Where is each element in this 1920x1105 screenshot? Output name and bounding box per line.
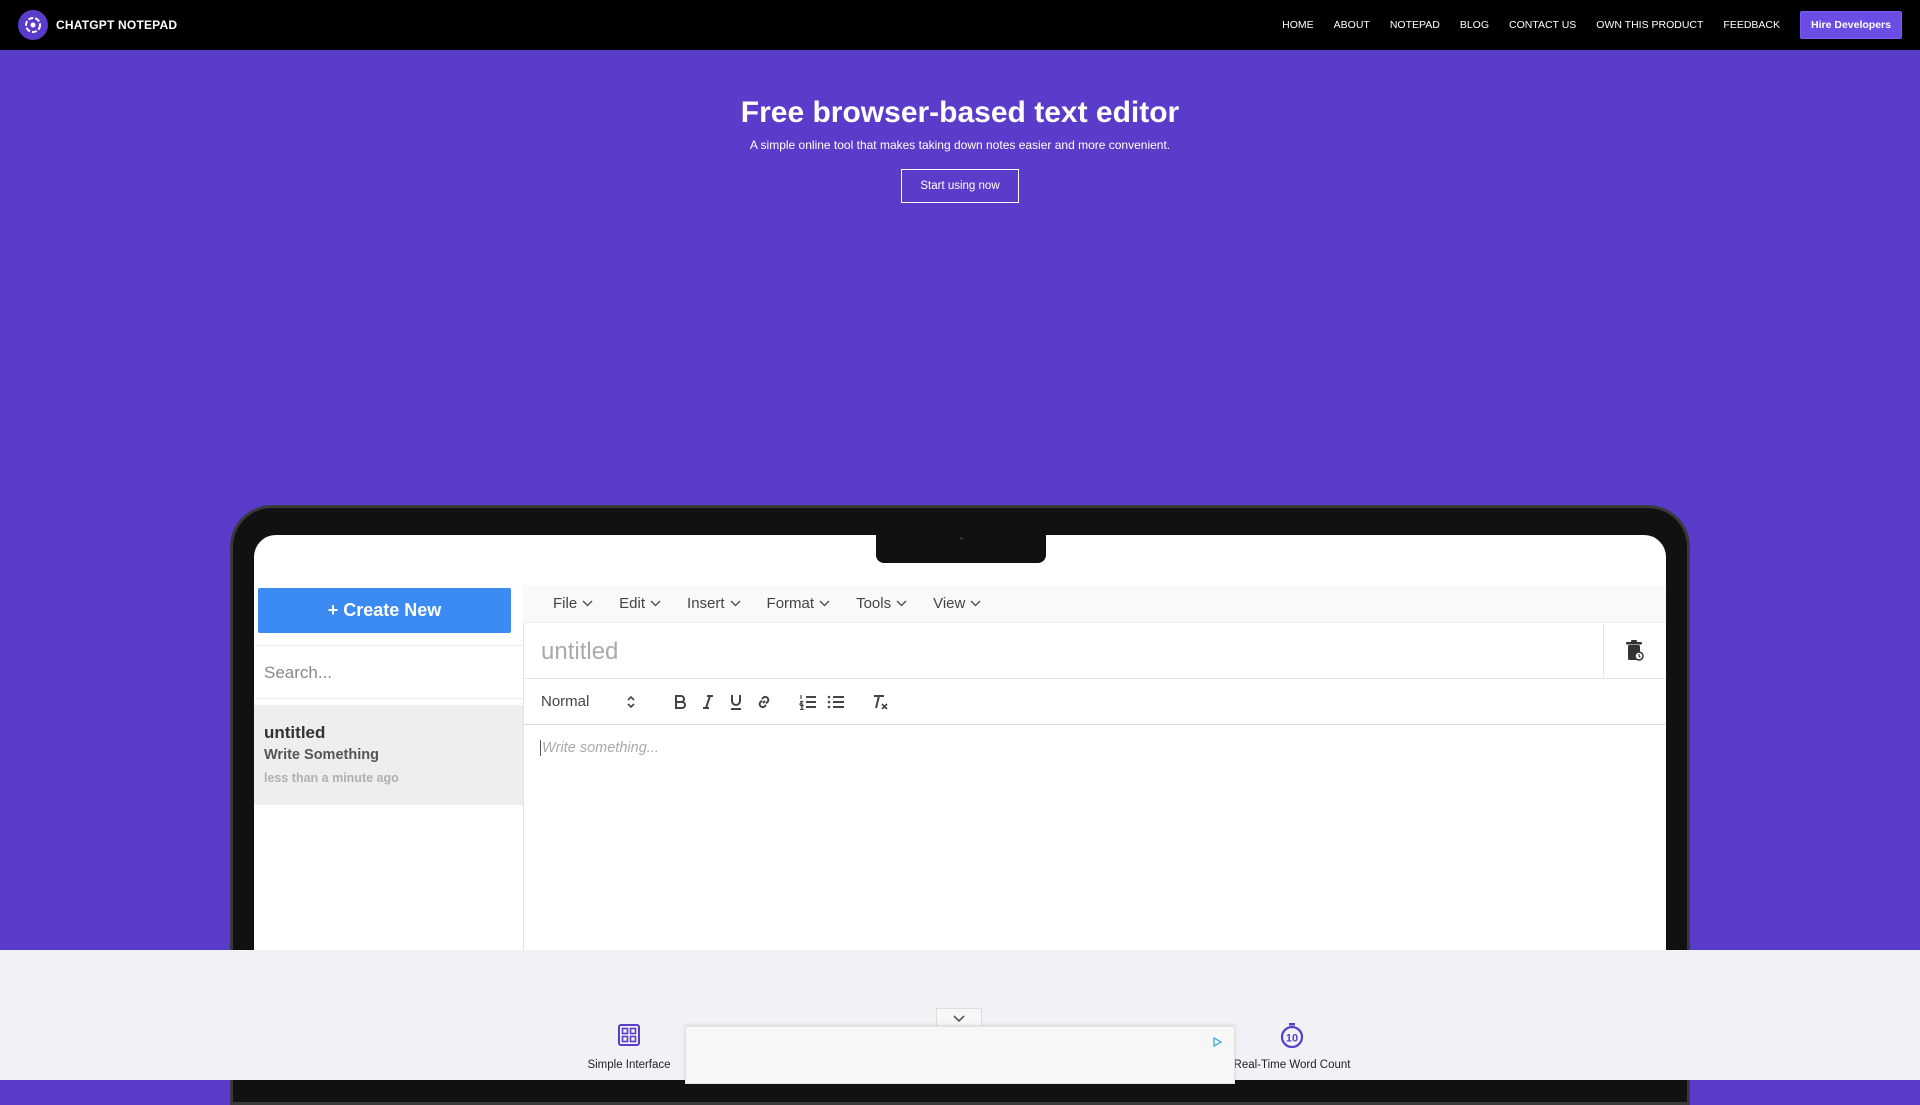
delete-note-button[interactable] [1603, 624, 1666, 678]
top-navbar: CHATGPT NOTEPAD HOME ABOUT NOTEPAD BLOG … [0, 0, 1920, 50]
menu-format[interactable]: Format [767, 595, 831, 612]
chevron-down-icon [953, 1015, 965, 1023]
nav-link-home[interactable]: HOME [1282, 19, 1314, 31]
bold-icon [675, 694, 686, 709]
camera-dot [960, 537, 963, 540]
note-timestamp: less than a minute ago [264, 771, 399, 785]
chevron-down-icon [970, 600, 981, 607]
ad-choices-icon[interactable] [1212, 1036, 1223, 1050]
feature-label: Real-Time Word Count [1233, 1059, 1351, 1071]
brand[interactable]: CHATGPT NOTEPAD [18, 10, 177, 40]
feature-word-count: 10 Real-Time Word Count [1232, 1020, 1352, 1071]
feature-simple-interface: Simple Interface [585, 1020, 673, 1071]
start-using-button[interactable]: Start using now [901, 169, 1019, 203]
clear-format-button[interactable] [866, 688, 894, 716]
chevron-down-icon [819, 600, 830, 607]
bold-button[interactable] [666, 688, 694, 716]
nav-link-contact[interactable]: CONTACT US [1509, 19, 1576, 31]
format-toolbar: Normal [523, 679, 1666, 725]
menu-tools[interactable]: Tools [856, 595, 907, 612]
bullet-list-icon [827, 695, 844, 708]
link-button[interactable] [750, 688, 778, 716]
laptop-notch [876, 535, 1046, 563]
menu-file[interactable]: File [553, 595, 593, 612]
menu-edit-label: Edit [619, 595, 646, 612]
menu-view-label: View [933, 595, 966, 612]
text-style-select[interactable]: Normal [541, 693, 636, 710]
chevron-down-icon [730, 600, 741, 607]
nav-link-blog[interactable]: BLOG [1460, 19, 1489, 31]
menu-format-label: Format [766, 595, 815, 612]
nav-links: HOME ABOUT NOTEPAD BLOG CONTACT US OWN T… [1282, 11, 1902, 39]
menu-tools-label: Tools [856, 595, 892, 612]
chevron-down-icon [582, 600, 593, 607]
chevron-down-icon [650, 600, 661, 607]
link-icon [758, 695, 770, 708]
menu-edit[interactable]: Edit [619, 595, 661, 612]
underline-button[interactable] [722, 688, 750, 716]
underline-icon [731, 694, 741, 710]
search-input[interactable] [262, 658, 506, 688]
menu-view[interactable]: View [933, 595, 981, 612]
text-style-value: Normal [541, 693, 590, 710]
note-title-input[interactable] [539, 636, 1343, 668]
bullet-list-button[interactable] [822, 688, 850, 716]
italic-button[interactable] [694, 688, 722, 716]
clear-format-icon [874, 694, 888, 710]
editor-placeholder: Write something... [540, 740, 659, 756]
editor-menubar: File Edit Insert Format Tools View [523, 585, 1666, 623]
create-new-button[interactable]: + Create New [258, 588, 511, 633]
menu-insert-label: Insert [687, 595, 725, 612]
hire-developers-button[interactable]: Hire Developers [1800, 11, 1902, 39]
brand-name: CHATGPT NOTEPAD [56, 18, 178, 32]
chevron-down-icon [896, 600, 907, 607]
note-preview: Write Something [264, 747, 379, 763]
nav-link-notepad[interactable]: NOTEPAD [1390, 19, 1440, 31]
hero-section: Free browser-based text editor A simple … [0, 50, 1920, 203]
grid-icon [618, 1024, 640, 1046]
note-title: untitled [264, 723, 326, 742]
laptop-screen: + Create New untitled Write Something le… [254, 535, 1666, 950]
hero-subtitle: A simple online tool that makes taking d… [749, 138, 1171, 152]
svg-text:10: 10 [1286, 1033, 1298, 1045]
nav-link-feedback[interactable]: FEEDBACK [1723, 19, 1780, 31]
nav-link-about[interactable]: ABOUT [1334, 19, 1370, 31]
menu-insert[interactable]: Insert [687, 595, 741, 612]
ordered-list-button[interactable] [794, 688, 822, 716]
timer-icon: 10 [1280, 1023, 1304, 1049]
brand-logo-icon [18, 10, 48, 40]
ad-banner [685, 1026, 1235, 1084]
hero-title: Free browser-based text editor [740, 96, 1180, 129]
editor-area[interactable]: Write something... [523, 726, 1666, 950]
trash-icon [1626, 640, 1644, 661]
notes-sidebar: + Create New untitled Write Something le… [254, 585, 524, 950]
ordered-list-icon [799, 694, 816, 710]
select-arrows-icon [627, 695, 635, 708]
search-box [254, 645, 523, 699]
italic-icon [703, 694, 713, 709]
nav-link-own-product[interactable]: OWN THIS PRODUCT [1596, 19, 1703, 31]
note-list-item[interactable]: untitled Write Something less than a min… [254, 705, 523, 805]
note-title-row [523, 624, 1666, 679]
menu-file-label: File [553, 595, 578, 612]
feature-label: Simple Interface [587, 1059, 671, 1071]
